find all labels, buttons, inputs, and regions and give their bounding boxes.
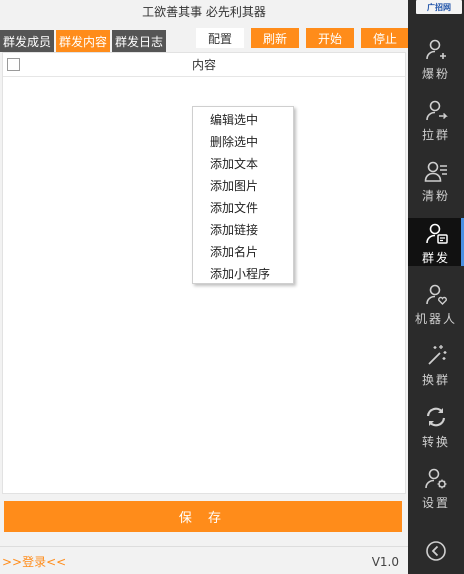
config-button[interactable]: 配置	[196, 28, 244, 48]
menu-item-add-card[interactable]: 添加名片	[193, 241, 293, 263]
sidebar-item-label: 转换	[421, 435, 450, 449]
sidebar-item-clear-fans[interactable]: 清粉	[408, 159, 464, 213]
sidebar-item-label: 爆粉	[421, 67, 450, 81]
user-message-icon	[426, 223, 448, 244]
user-list-icon	[424, 161, 447, 182]
tab-members[interactable]: 群发成员	[0, 30, 55, 52]
sidebar-item-label: 拉群	[421, 128, 450, 142]
table-header: 内容	[3, 53, 405, 77]
menu-item-add-text[interactable]: 添加文本	[193, 153, 293, 175]
brand-logo: 广招网	[416, 0, 462, 14]
tab-log[interactable]: 群发日志	[112, 30, 167, 52]
sparkle-icon	[428, 345, 447, 365]
stop-button[interactable]: 停止	[361, 28, 409, 48]
sidebar-item-mass-send[interactable]: 群发	[408, 218, 464, 266]
sidebar-item-convert[interactable]: 转换	[408, 405, 464, 459]
sidebar-item-pull-group[interactable]: 拉群	[408, 98, 464, 152]
toolbar: 配置 刷新 开始 停止	[196, 28, 416, 50]
menu-item-add-file[interactable]: 添加文件	[193, 197, 293, 219]
column-header-content: 内容	[191, 58, 216, 72]
sidebar-item-settings[interactable]: 设置	[408, 466, 464, 520]
sidebar: 广招网 爆粉 拉群 清粉 群发 机器人 换群 转换 设置	[408, 0, 464, 574]
sidebar-item-label: 机器人	[414, 312, 457, 326]
status-bar: >>登录<< V1.0	[0, 546, 408, 574]
sidebar-item-switch-group[interactable]: 换群	[408, 343, 464, 397]
context-menu: 编辑选中 删除选中 添加文本 添加图片 添加文件 添加链接 添加名片 添加小程序	[192, 106, 294, 284]
start-button[interactable]: 开始	[306, 28, 354, 48]
user-add-icon	[426, 39, 446, 60]
save-button[interactable]: 保 存	[4, 501, 402, 532]
refresh-button[interactable]: 刷新	[251, 28, 299, 48]
sidebar-item-label: 换群	[421, 373, 450, 387]
app-window: 工欲善其事 必先利其器 群发成员 群发内容 群发日志 配置 刷新 开始 停止 内…	[0, 0, 464, 574]
sidebar-item-boost-fans[interactable]: 爆粉	[408, 37, 464, 91]
user-pull-icon	[426, 100, 448, 121]
tab-bar: 群发成员 群发内容 群发日志	[0, 30, 168, 52]
sidebar-item-robot[interactable]: 机器人	[408, 282, 464, 336]
back-icon[interactable]	[425, 540, 447, 562]
user-heart-icon	[426, 284, 447, 305]
sidebar-item-label: 清粉	[421, 189, 450, 203]
tab-content[interactable]: 群发内容	[56, 30, 111, 52]
main-panel: 工欲善其事 必先利其器 群发成员 群发内容 群发日志 配置 刷新 开始 停止 内…	[0, 0, 409, 574]
sidebar-item-label: 群发	[421, 251, 450, 265]
menu-item-delete-selected[interactable]: 删除选中	[193, 131, 293, 153]
window-title: 工欲善其事 必先利其器	[0, 0, 408, 22]
login-link[interactable]: >>登录<<	[2, 553, 66, 570]
menu-item-add-link[interactable]: 添加链接	[193, 219, 293, 241]
version-label: V1.0	[371, 555, 399, 569]
sync-icon	[426, 407, 446, 427]
select-all-checkbox[interactable]	[7, 58, 20, 71]
menu-item-add-image[interactable]: 添加图片	[193, 175, 293, 197]
menu-item-edit-selected[interactable]: 编辑选中	[193, 109, 293, 131]
user-gear-icon	[425, 468, 447, 489]
sidebar-item-label: 设置	[421, 496, 450, 510]
menu-item-add-miniprogram[interactable]: 添加小程序	[193, 263, 293, 285]
